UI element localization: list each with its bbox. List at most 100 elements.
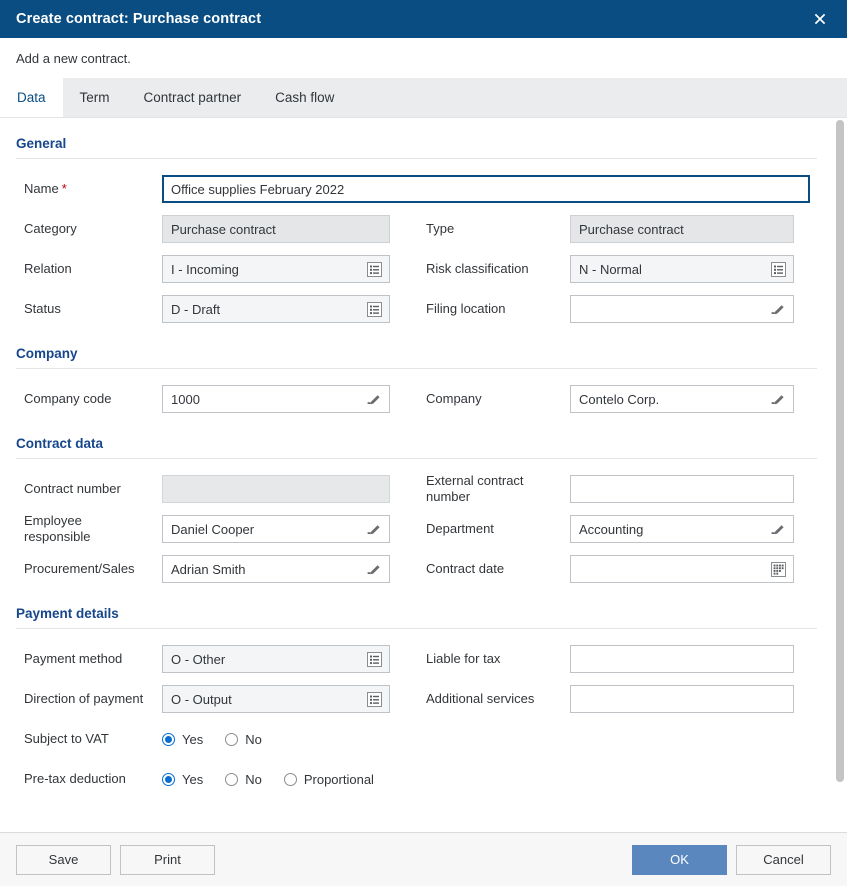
section-payment-details-title: Payment details	[16, 602, 817, 629]
input-name-value: Office supplies February 2022	[171, 181, 345, 197]
input-payment-method[interactable]: O - Other	[162, 645, 390, 673]
label-payment-method: Payment method	[24, 650, 123, 666]
pencil-icon[interactable]	[770, 301, 787, 318]
pencil-icon[interactable]	[770, 521, 787, 538]
label-department: Department	[426, 520, 494, 536]
radio-mark-icon	[225, 732, 239, 746]
dialog-title: Create contract: Purchase contract	[16, 11, 262, 27]
section-company: Company Company code 1000 Company Contel…	[16, 342, 817, 419]
input-name[interactable]: Office supplies February 2022	[162, 175, 810, 203]
input-payment-method-value: O - Other	[171, 651, 226, 667]
radio-subject-to-vat-yes[interactable]: Yes	[162, 732, 203, 747]
tab-term[interactable]: Term	[63, 78, 127, 117]
input-category: Purchase contract	[162, 215, 390, 243]
radio-group-subject-to-vat: Yes No	[162, 719, 817, 759]
print-button[interactable]: Print	[120, 844, 215, 875]
input-category-value: Purchase contract	[171, 221, 276, 237]
radio-mark-icon	[162, 772, 175, 786]
value-help-icon[interactable]	[770, 261, 787, 278]
input-department[interactable]: Accounting	[570, 515, 794, 543]
input-additional-services[interactable]	[570, 685, 794, 713]
label-employee-responsible: Employee responsible	[16, 509, 162, 549]
radio-pre-tax-deduction-yes-label: Yes	[182, 771, 204, 787]
radio-pre-tax-deduction-no[interactable]: No	[225, 772, 262, 787]
dialog-titlebar: Create contract: Purchase contract	[0, 0, 847, 38]
input-direction-of-payment[interactable]: O - Output	[162, 685, 390, 713]
tab-contract-partner[interactable]: Contract partner	[127, 78, 259, 117]
input-risk-classification-value: N - Normal	[579, 261, 642, 277]
radio-pre-tax-deduction-yes[interactable]: Yes	[162, 772, 203, 787]
tab-cash-flow[interactable]: Cash flow	[258, 78, 351, 117]
ok-button[interactable]: OK	[632, 844, 727, 875]
value-help-icon[interactable]	[366, 651, 383, 668]
create-contract-dialog: Create contract: Purchase contract Add a…	[0, 0, 847, 886]
input-relation[interactable]: I - Incoming	[162, 255, 390, 283]
pencil-icon[interactable]	[770, 391, 787, 408]
vertical-scrollbar[interactable]	[833, 118, 847, 832]
input-status[interactable]: D - Draft	[162, 295, 390, 323]
label-external-contract-number: External contract number	[418, 469, 570, 509]
label-liable-for-tax: Liable for tax	[426, 650, 501, 666]
dialog-subtitle-bar: Add a new contract.	[0, 38, 847, 78]
label-type: Type	[426, 220, 455, 236]
label-employee-responsible-text: Employee responsible	[24, 512, 91, 544]
tab-bar: Data Term Contract partner Cash flow	[0, 78, 847, 118]
label-direction-of-payment: Direction of payment	[24, 690, 144, 706]
value-help-icon[interactable]	[366, 691, 383, 708]
pencil-icon[interactable]	[366, 521, 383, 538]
label-relation: Relation	[24, 260, 72, 276]
pencil-icon[interactable]	[366, 561, 383, 578]
input-company[interactable]: Contelo Corp.	[570, 385, 794, 413]
cancel-button[interactable]: Cancel	[736, 844, 831, 875]
form-body: General Name * Office supplies February …	[0, 118, 847, 832]
form-content: General Name * Office supplies February …	[0, 118, 833, 832]
required-marker: *	[61, 180, 67, 196]
input-type: Purchase contract	[570, 215, 794, 243]
input-liable-for-tax[interactable]	[570, 645, 794, 673]
radio-subject-to-vat-yes-label: Yes	[182, 731, 204, 747]
input-contract-date[interactable]	[570, 555, 794, 583]
label-pre-tax-deduction: Pre-tax deduction	[24, 770, 126, 786]
section-payment-details: Payment details Payment method O - Other	[16, 602, 817, 799]
input-employee-responsible-value: Daniel Cooper	[171, 521, 255, 537]
value-help-icon[interactable]	[366, 301, 383, 318]
save-button[interactable]: Save	[16, 844, 111, 875]
label-additional-services: Additional services	[426, 690, 535, 706]
label-risk-classification: Risk classification	[426, 260, 529, 276]
radio-mark-icon	[225, 772, 239, 786]
input-risk-classification[interactable]: N - Normal	[570, 255, 794, 283]
input-company-code[interactable]: 1000	[162, 385, 390, 413]
section-general-title: General	[16, 132, 817, 159]
radio-subject-to-vat-no-label: No	[245, 731, 262, 747]
close-icon[interactable]	[807, 6, 833, 32]
tab-data[interactable]: Data	[0, 78, 63, 117]
input-procurement-sales-value: Adrian Smith	[171, 561, 246, 577]
section-general: General Name * Office supplies February …	[16, 132, 817, 329]
radio-subject-to-vat-no[interactable]: No	[225, 732, 262, 747]
input-contract-number	[162, 475, 390, 503]
tab-term-label: Term	[79, 90, 110, 105]
input-external-contract-number[interactable]	[570, 475, 794, 503]
label-name-text: Name	[24, 180, 59, 196]
input-filing-location[interactable]	[570, 295, 794, 323]
input-company-code-value: 1000	[171, 391, 200, 407]
input-direction-of-payment-value: O - Output	[171, 691, 232, 707]
pencil-icon[interactable]	[366, 391, 383, 408]
input-company-value: Contelo Corp.	[579, 391, 660, 407]
input-procurement-sales[interactable]: Adrian Smith	[162, 555, 390, 583]
tab-data-label: Data	[17, 90, 46, 105]
value-help-icon[interactable]	[366, 261, 383, 278]
section-contract-data: Contract data Contract number External c…	[16, 432, 817, 589]
label-contract-number: Contract number	[24, 480, 121, 496]
section-contract-data-title: Contract data	[16, 432, 817, 459]
input-employee-responsible[interactable]: Daniel Cooper	[162, 515, 390, 543]
input-type-value: Purchase contract	[579, 221, 684, 237]
scrollbar-thumb[interactable]	[836, 120, 844, 782]
calendar-icon[interactable]	[770, 561, 787, 578]
section-company-title: Company	[16, 342, 817, 369]
radio-pre-tax-deduction-proportional[interactable]: Proportional	[283, 771, 374, 787]
label-company: Company	[426, 390, 482, 406]
radio-pre-tax-deduction-proportional-label: Proportional	[303, 771, 374, 787]
radio-pre-tax-deduction-no-label: No	[245, 771, 262, 787]
label-external-contract-number-text: External contract number	[426, 472, 524, 504]
